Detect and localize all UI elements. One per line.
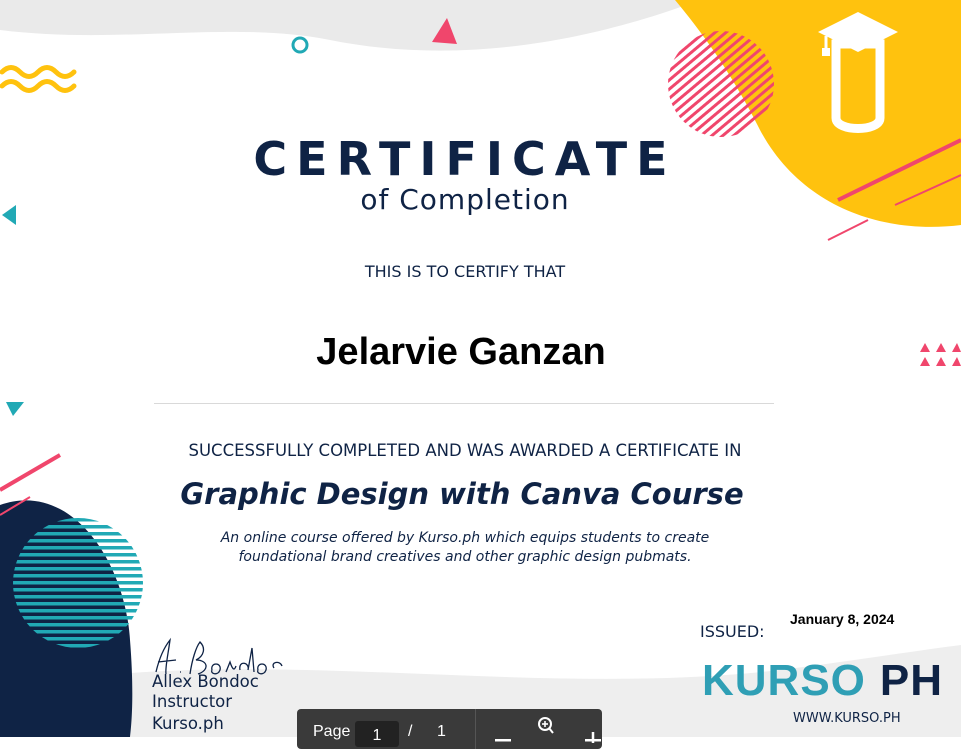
kurso-logo: KURSO PH (702, 656, 943, 706)
signature-drawing (155, 637, 283, 675)
website-url: WWW.KURSO.PH (793, 711, 901, 726)
pdf-viewer-toolbar: Page 1 / 1 (297, 709, 602, 749)
white-triangle (648, 20, 663, 38)
certificate-subtitle: of Completion (360, 183, 570, 216)
course-title: Graphic Design with Canva Course (180, 477, 744, 511)
plus-icon (585, 732, 601, 743)
issued-date: January 8, 2024 (790, 611, 895, 627)
pink-striped-circle (668, 31, 774, 137)
zoom-button[interactable] (535, 715, 557, 739)
zoom-in-button[interactable] (583, 719, 603, 743)
yellow-wave-lines (0, 65, 77, 93)
toolbar-divider (475, 709, 476, 749)
teal-striped-circle (13, 518, 143, 648)
page-number-input[interactable]: 1 (355, 721, 399, 747)
zoom-out-button[interactable] (493, 719, 513, 743)
teal-ring (291, 36, 309, 54)
top-grey-shape (0, 0, 700, 51)
completion-statement: SUCCESSFULLY COMPLETED AND WAS AWARDED A… (188, 441, 742, 460)
issued-label: ISSUED: (700, 622, 765, 641)
course-description: An online course offered by Kurso.ph whi… (220, 530, 710, 565)
total-pages: 1 (437, 723, 446, 740)
certificate-title: CERTIFICATE (253, 132, 677, 186)
page-separator: / (408, 723, 413, 740)
certify-statement: THIS IS TO CERTIFY THAT (364, 262, 566, 281)
brand-name-ph: PH (879, 656, 944, 705)
pink-line (827, 219, 869, 241)
teal-triangle-down (6, 402, 24, 416)
minus-icon (495, 739, 511, 742)
magnifier-icon (538, 717, 554, 734)
signatory-name: Allex Bondoc (152, 672, 259, 691)
recipient-name: Jelarvie Ganzan (316, 331, 606, 373)
signatory-role: Instructor (152, 692, 233, 711)
pink-triangle-cluster (920, 343, 961, 366)
name-divider (154, 403, 774, 404)
brand-name-kurso: KURSO (702, 656, 866, 705)
signatory-organization: Kurso.ph (152, 714, 224, 733)
page-label: Page (313, 723, 351, 740)
